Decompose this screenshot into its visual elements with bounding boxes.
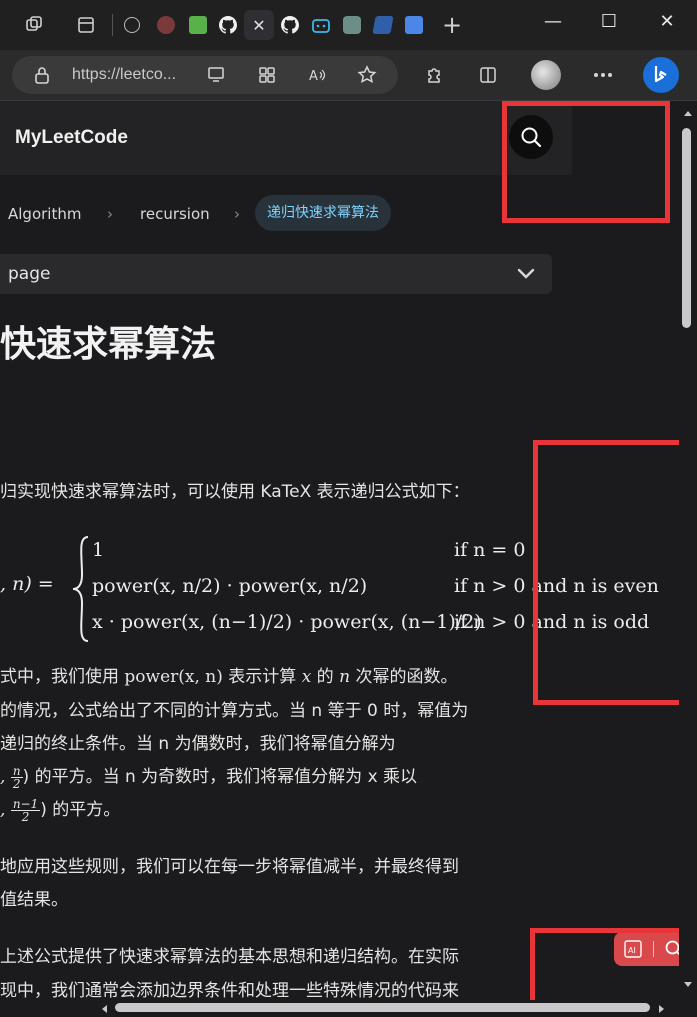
chevron-down-icon	[517, 268, 535, 279]
explanation-line-3: 递归的终止条件。当 n 为偶数时，我们将幂值分解为	[0, 734, 396, 754]
paragraph-2-line-1: 地应用这些规则，我们可以在每一步将幂值减半，并最终得到	[0, 857, 459, 877]
tab-github-2[interactable]	[275, 10, 305, 40]
breadcrumb-item-recursion[interactable]: recursion	[140, 205, 210, 223]
read-aloud-icon[interactable]: A	[305, 62, 331, 88]
tab-actions-icon[interactable]	[74, 13, 98, 37]
breadcrumb-separator: ›	[234, 205, 240, 223]
tab-bilibili[interactable]	[306, 10, 336, 40]
annotation-box-formula-overflow	[533, 440, 690, 705]
vertical-scroll-thumb[interactable]	[682, 128, 691, 328]
scroll-down-arrow-icon[interactable]	[683, 981, 693, 989]
on-this-page-label: page	[8, 264, 51, 284]
circle-favicon-icon	[124, 17, 140, 33]
explanation-line-4: , n 2) 的平方。当 n 为奇数时，我们将幂值分解为 x 乘以	[0, 763, 418, 791]
formula-case-1-condition: if n = 0	[454, 539, 526, 561]
extensions-icon[interactable]	[421, 62, 447, 88]
tab-chatgpt[interactable]	[337, 10, 367, 40]
formula-case-1-value: 1	[92, 539, 105, 561]
tab-github-1[interactable]	[213, 10, 243, 40]
translate-icon	[405, 16, 423, 34]
green-app-favicon-icon	[189, 16, 207, 34]
fraction-n-over-2: n2	[10, 763, 23, 791]
tab-3[interactable]	[183, 10, 213, 40]
formula-lhs: , n) =	[0, 573, 54, 595]
breadcrumb-current[interactable]: 递归快速求幂算法	[255, 195, 391, 231]
tab-book[interactable]	[368, 10, 398, 40]
github-icon	[281, 16, 299, 34]
apps-icon[interactable]	[254, 62, 280, 88]
url-text[interactable]: https://leetco...	[72, 66, 176, 84]
app-available-icon[interactable]	[204, 62, 230, 88]
tab-1[interactable]	[117, 10, 147, 40]
generic-favicon-icon	[157, 16, 175, 34]
profile-avatar[interactable]	[531, 60, 561, 90]
address-bar-row: https://leetco... A	[0, 50, 697, 101]
lock-icon[interactable]	[34, 66, 50, 84]
annotation-box-search	[502, 101, 670, 223]
formula-brace	[72, 536, 89, 642]
more-icon[interactable]	[590, 62, 616, 88]
page-title: 快速求幂算法	[0, 324, 217, 365]
tab-active-close-button[interactable]: ✕	[244, 10, 274, 40]
scroll-up-arrow-icon[interactable]	[683, 109, 693, 117]
scroll-right-arrow-icon[interactable]	[658, 1004, 666, 1014]
site-header: MyLeetCode	[0, 101, 572, 175]
tab-2[interactable]	[151, 10, 181, 40]
maximize-button[interactable]: ☐	[594, 8, 624, 34]
horizontal-scroll-thumb[interactable]	[115, 1003, 650, 1012]
minimize-button[interactable]: —	[538, 8, 568, 34]
on-this-page-dropdown[interactable]: page	[0, 254, 552, 294]
svg-text:A: A	[309, 69, 318, 84]
formula-case-2-value: power(x, n/2) · power(x, n/2)	[92, 575, 368, 597]
breadcrumb-separator: ›	[107, 205, 113, 223]
site-title[interactable]: MyLeetCode	[15, 127, 128, 149]
explanation-line-5: , n−1 2) 的平方。	[0, 796, 121, 824]
intro-paragraph: 归实现快速求幂算法时，可以使用 KaTeX 表示递归公式如下：	[0, 482, 470, 502]
breadcrumb-item-algorithm[interactable]: Algorithm	[8, 205, 81, 223]
favorite-star-icon[interactable]	[354, 62, 380, 88]
scroll-left-arrow-icon[interactable]	[100, 1004, 108, 1014]
bing-icon[interactable]	[643, 57, 679, 93]
workspaces-icon[interactable]	[22, 13, 46, 37]
split-screen-icon[interactable]	[475, 62, 501, 88]
close-window-button[interactable]: ✕	[652, 8, 682, 34]
bilibili-icon	[312, 19, 330, 33]
tab-divider	[112, 14, 113, 36]
paragraph-3-line-1: 上述公式提供了快速求幂算法的基本思想和递归结构。在实际	[0, 947, 459, 967]
close-tab-icon[interactable]: ✕	[252, 16, 265, 35]
formula-case-3-value: x · power(x, (n−1)/2) · power(x, (n−1)/2…	[92, 611, 482, 633]
fraction-n-minus-1-over-2: n−1 2	[10, 796, 41, 824]
tab-translate[interactable]	[399, 10, 429, 40]
paragraph-2-line-2: 值结果。	[0, 890, 68, 910]
browser-tab-bar: ✕ + — ☐ ✕	[0, 0, 697, 50]
new-tab-button[interactable]: +	[440, 11, 464, 39]
explanation-line-2: 的情况，公式给出了不同的计算方式。当 n 等于 0 时，幂值为	[0, 701, 469, 721]
github-icon	[219, 16, 237, 34]
address-bar[interactable]: https://leetco... A	[12, 56, 398, 94]
explanation-line-1: 式中，我们使用 power(x, n) 表示计算 x 的 n 次幂的函数。	[0, 667, 458, 687]
openai-icon	[343, 16, 361, 34]
book-icon	[372, 16, 394, 34]
paragraph-3-line-2: 现中，我们通常会添加边界条件和处理一些特殊情况的代码来	[0, 981, 459, 1000]
